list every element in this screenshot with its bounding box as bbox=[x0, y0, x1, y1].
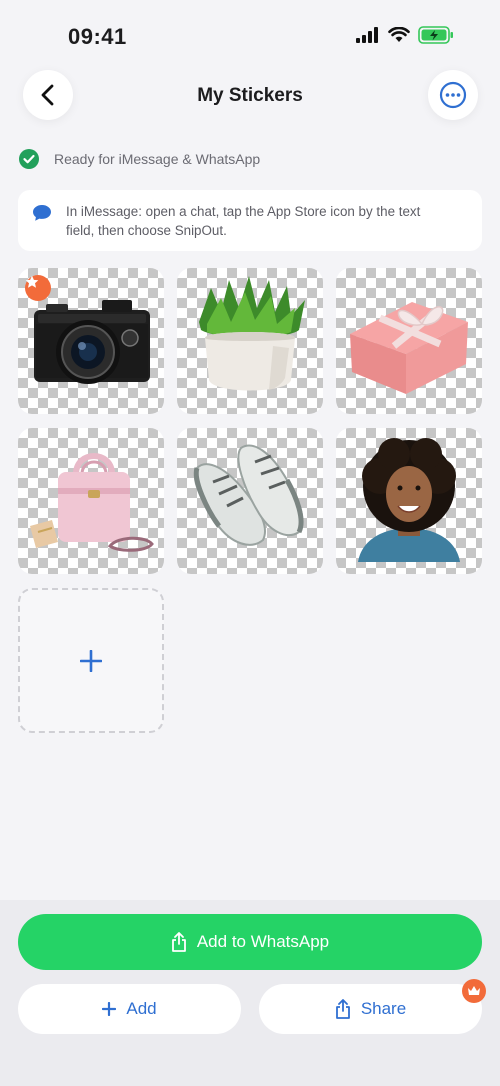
featured-badge bbox=[25, 275, 51, 301]
battery-icon bbox=[418, 26, 453, 44]
add-button-label: Add bbox=[126, 999, 157, 1018]
portrait-image bbox=[358, 438, 460, 562]
star-icon bbox=[25, 275, 39, 288]
sticker-portrait[interactable] bbox=[336, 428, 482, 574]
share-button[interactable]: Share bbox=[259, 984, 482, 1034]
premium-badge bbox=[462, 979, 486, 1003]
message-bubble-icon bbox=[33, 205, 51, 221]
info-text-line-2: field, then choose SnipOut. bbox=[66, 223, 227, 238]
sticker-sneakers[interactable] bbox=[177, 428, 323, 574]
add-sticker-tile[interactable] bbox=[18, 588, 164, 733]
sticker-gift-box[interactable] bbox=[336, 268, 482, 414]
info-text-line-1: In iMessage: open a chat, tap the App St… bbox=[66, 204, 421, 219]
handbag-image bbox=[30, 453, 154, 552]
sticker-plant[interactable] bbox=[177, 268, 323, 414]
status-icons bbox=[356, 26, 454, 44]
imessage-info-card: In iMessage: open a chat, tap the App St… bbox=[18, 190, 482, 251]
status-time: 09:41 bbox=[68, 24, 127, 49]
plus-icon bbox=[102, 1002, 117, 1016]
sticker-camera[interactable] bbox=[18, 268, 164, 414]
wifi-icon bbox=[388, 27, 410, 42]
plus-icon bbox=[80, 649, 102, 672]
page-title: My Stickers bbox=[197, 85, 303, 106]
share-button-label: Share bbox=[360, 999, 407, 1018]
ready-status: Ready for iMessage & WhatsApp bbox=[19, 149, 260, 169]
sneakers-image bbox=[193, 444, 304, 546]
gift-box-image bbox=[350, 302, 468, 394]
add-to-whatsapp-button[interactable]: Add to WhatsApp bbox=[18, 914, 482, 970]
check-circle-icon bbox=[19, 149, 39, 169]
add-to-whatsapp-label: Add to WhatsApp bbox=[196, 932, 330, 951]
more-options-button[interactable] bbox=[428, 70, 478, 120]
add-button[interactable]: Add bbox=[18, 984, 241, 1034]
plant-image bbox=[199, 276, 305, 391]
share-icon bbox=[171, 932, 186, 952]
share-icon bbox=[335, 999, 350, 1019]
ellipsis-circle-icon bbox=[439, 81, 467, 109]
ready-status-text: Ready for iMessage & WhatsApp bbox=[54, 151, 261, 167]
signal-icon bbox=[356, 27, 378, 43]
status-bar: 09:41 bbox=[0, 0, 500, 64]
crown-icon bbox=[468, 986, 480, 995]
sticker-handbag[interactable] bbox=[18, 428, 164, 574]
